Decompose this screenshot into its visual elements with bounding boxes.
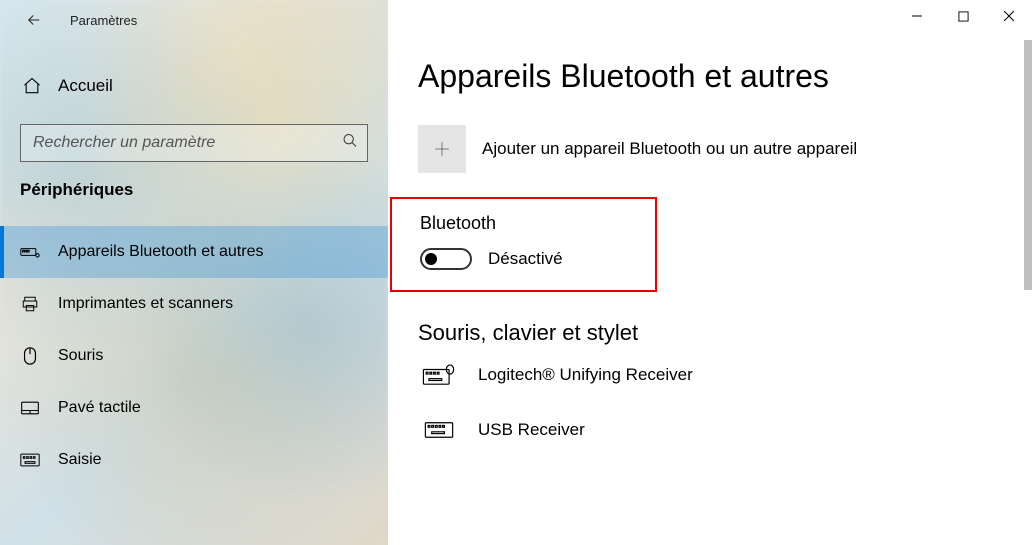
home-icon	[20, 74, 44, 98]
page-title: Appareils Bluetooth et autres	[418, 58, 1032, 95]
bluetooth-state-label: Désactivé	[488, 249, 563, 269]
home-link[interactable]: Accueil	[0, 64, 388, 108]
sidebar-section-title: Périphériques	[20, 180, 388, 200]
sidebar-item-typing[interactable]: Saisie	[0, 434, 388, 486]
keyboard-icon	[20, 448, 40, 472]
sidebar-item-label: Appareils Bluetooth et autres	[58, 243, 263, 261]
devices-icon	[20, 240, 40, 264]
device-label: USB Receiver	[478, 420, 585, 440]
sidebar-item-label: Imprimantes et scanners	[58, 295, 233, 313]
sidebar: Paramètres Accueil Périphériques Apparei…	[0, 0, 388, 545]
sidebar-item-mouse[interactable]: Souris	[0, 330, 388, 382]
plus-icon	[433, 140, 451, 158]
close-icon	[1003, 10, 1015, 22]
header-row: Paramètres	[0, 0, 388, 40]
mouse-section-heading: Souris, clavier et stylet	[418, 320, 1032, 346]
window-controls	[894, 0, 1032, 32]
device-item[interactable]: Logitech® Unifying Receiver	[418, 364, 1032, 386]
add-device-label: Ajouter un appareil Bluetooth ou un autr…	[482, 139, 857, 159]
bluetooth-toggle[interactable]	[420, 248, 472, 270]
add-device-button[interactable]: Ajouter un appareil Bluetooth ou un autr…	[418, 125, 1032, 173]
scrollbar[interactable]	[1024, 40, 1032, 290]
device-item[interactable]: USB Receiver	[418, 420, 1032, 440]
main-content: Appareils Bluetooth et autres Ajouter un…	[388, 0, 1032, 545]
back-button[interactable]	[18, 4, 50, 36]
sidebar-item-label: Saisie	[58, 451, 102, 469]
app-title: Paramètres	[70, 13, 137, 28]
sidebar-item-touchpad[interactable]: Pavé tactile	[0, 382, 388, 434]
sidebar-item-label: Souris	[58, 347, 103, 365]
minimize-button[interactable]	[894, 0, 940, 32]
minimize-icon	[911, 10, 923, 22]
home-label: Accueil	[58, 76, 113, 96]
search-field-wrap	[20, 124, 368, 162]
close-button[interactable]	[986, 0, 1032, 32]
keyboard-mouse-icon	[418, 364, 460, 386]
sidebar-item-bluetooth[interactable]: Appareils Bluetooth et autres	[0, 226, 388, 278]
mouse-icon	[20, 344, 40, 368]
bluetooth-toggle-row: Désactivé	[420, 248, 627, 270]
toggle-knob	[425, 253, 437, 265]
bluetooth-highlight: Bluetooth Désactivé	[390, 197, 657, 292]
search-icon	[342, 133, 358, 154]
touchpad-icon	[20, 396, 40, 420]
maximize-button[interactable]	[940, 0, 986, 32]
sidebar-item-printers[interactable]: Imprimantes et scanners	[0, 278, 388, 330]
keyboard-icon	[418, 420, 460, 440]
maximize-icon	[958, 11, 969, 22]
bluetooth-heading: Bluetooth	[420, 213, 627, 234]
sidebar-item-label: Pavé tactile	[58, 399, 141, 417]
plus-tile	[418, 125, 466, 173]
device-label: Logitech® Unifying Receiver	[478, 365, 693, 385]
search-input[interactable]	[20, 124, 368, 162]
printer-icon	[20, 292, 40, 316]
arrow-left-icon	[25, 11, 43, 29]
